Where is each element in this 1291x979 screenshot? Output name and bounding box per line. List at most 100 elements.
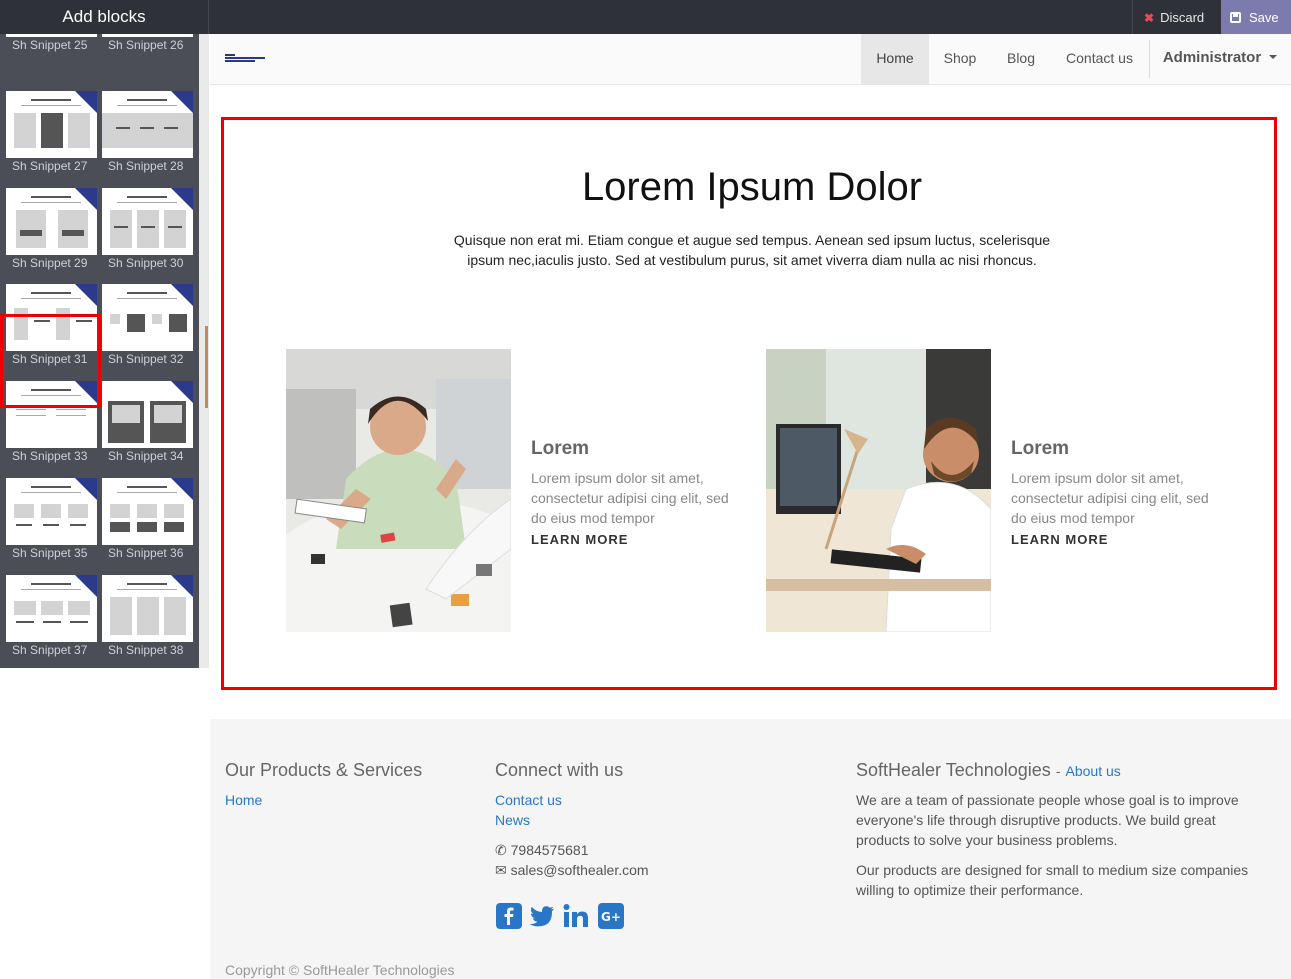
snippet-thumbnail[interactable]: Sh Snippet 29 bbox=[6, 188, 97, 271]
footer-products-title: Our Products & Services bbox=[225, 760, 423, 780]
brand-badge-icon bbox=[75, 284, 97, 306]
footer-link-news[interactable]: News bbox=[495, 812, 530, 828]
save-icon bbox=[1230, 12, 1241, 23]
caret-down-icon bbox=[1269, 55, 1278, 59]
panel-scrollbar[interactable] bbox=[199, 34, 209, 668]
snippet-label: Sh Snippet 27 bbox=[12, 159, 88, 173]
snippet-thumbnail[interactable]: Sh Snippet 37 bbox=[6, 575, 97, 658]
snippet-preview bbox=[102, 91, 193, 158]
close-icon: ✖ bbox=[1144, 11, 1155, 25]
snippet-label: Sh Snippet 36 bbox=[108, 546, 184, 560]
snippet-thumbnail[interactable]: Sh Snippet 32 bbox=[102, 284, 193, 367]
snippet-label: Sh Snippet 35 bbox=[12, 546, 88, 560]
snippet-thumbnail[interactable]: Sh Snippet 38 bbox=[102, 575, 193, 658]
snippet-label: Sh Snippet 33 bbox=[12, 449, 88, 463]
card-image-woman bbox=[286, 349, 511, 632]
nav-contact-us[interactable]: Contact us bbox=[1052, 34, 1147, 84]
scrollbar-thumb[interactable] bbox=[205, 326, 208, 408]
footer-about-text-2: Our products are designed for small to m… bbox=[856, 862, 1249, 898]
snippet-preview bbox=[102, 188, 193, 255]
phone-number: 7984575681 bbox=[510, 842, 589, 858]
brand-badge-icon bbox=[171, 188, 193, 210]
hero-text: Quisque non erat mi. Etiam congue et aug… bbox=[453, 232, 1051, 268]
snippet-thumbnail[interactable]: Sh Snippet 30 bbox=[102, 188, 193, 271]
snippet-thumbnail[interactable]: Sh Snippet 34 bbox=[102, 381, 193, 464]
snippet-preview bbox=[6, 575, 97, 642]
site-footer: Our Products & Services Home Connect wit… bbox=[210, 719, 1291, 979]
footer-link-about[interactable]: About us bbox=[1066, 763, 1121, 779]
footer-connect-title: Connect with us bbox=[495, 760, 624, 780]
snippet-preview bbox=[6, 34, 97, 37]
snippet-thumbnail[interactable]: Sh Snippet 25 bbox=[6, 34, 97, 53]
brand-badge-icon bbox=[171, 381, 193, 403]
snippet-panel[interactable]: Sh Snippet 25 Sh Snippet 26 Sh Snippet 27 S… bbox=[0, 34, 199, 668]
learn-more-link[interactable]: LEARN MORE bbox=[1011, 532, 1108, 547]
snippet-label: Sh Snippet 37 bbox=[12, 643, 88, 657]
snippet-label: Sh Snippet 38 bbox=[108, 643, 184, 657]
footer-company-title: SoftHealer Technologies - About us bbox=[856, 760, 1121, 781]
snippet-preview bbox=[102, 478, 193, 545]
phone-icon: ✆ bbox=[495, 842, 507, 858]
footer-link-contact[interactable]: Contact us bbox=[495, 792, 562, 808]
nav-home[interactable]: Home bbox=[861, 34, 929, 84]
snippet-label: Sh Snippet 34 bbox=[108, 449, 184, 463]
brand-badge-icon bbox=[171, 575, 193, 597]
snippet-thumbnail[interactable]: Sh Snippet 27 bbox=[6, 91, 97, 174]
brand-badge-icon bbox=[75, 478, 97, 500]
card-heading: Lorem bbox=[531, 438, 590, 459]
site-logo[interactable] bbox=[225, 54, 265, 62]
snippet-preview bbox=[102, 34, 193, 37]
snippet-label: Sh Snippet 28 bbox=[108, 159, 184, 173]
site-header: Home Shop Blog Contact us Administrator bbox=[210, 34, 1291, 85]
panel-title: Add blocks bbox=[0, 0, 209, 34]
snippet-label: Sh Snippet 25 bbox=[12, 38, 88, 52]
snippet-thumbnail[interactable]: Sh Snippet 35 bbox=[6, 478, 97, 561]
nav-shop[interactable]: Shop bbox=[930, 34, 990, 84]
card-text: Lorem ipsum dolor sit amet, consectetur … bbox=[531, 470, 729, 526]
brand-badge-icon bbox=[171, 478, 193, 500]
footer-email: ✉ sales@softhealer.com bbox=[495, 860, 649, 880]
snippet-thumbnail[interactable]: Sh Snippet 26 bbox=[102, 34, 193, 53]
title-separator: - bbox=[1055, 763, 1061, 779]
snippet-preview bbox=[6, 188, 97, 255]
save-label: Save bbox=[1249, 10, 1279, 25]
footer-about-text: We are a team of passionate people whose… bbox=[856, 792, 1239, 848]
nav-divider bbox=[1149, 40, 1150, 78]
snippet-preview bbox=[6, 91, 97, 158]
envelope-icon: ✉ bbox=[495, 862, 507, 878]
card-heading: Lorem bbox=[1011, 438, 1070, 459]
nav-blog[interactable]: Blog bbox=[991, 34, 1051, 84]
selected-snippet-frame bbox=[0, 314, 101, 408]
twitter-icon[interactable] bbox=[528, 902, 556, 930]
linkedin-icon[interactable] bbox=[562, 902, 590, 930]
snippet-label: Sh Snippet 30 bbox=[108, 256, 184, 270]
snippet-preview bbox=[102, 381, 193, 448]
snippet-label: Sh Snippet 32 bbox=[108, 352, 184, 366]
brand-badge-icon bbox=[171, 91, 193, 113]
snippet-label: Sh Snippet 26 bbox=[108, 38, 184, 52]
hero-title: Lorem Ipsum Dolor bbox=[581, 165, 923, 209]
email-address: sales@softhealer.com bbox=[510, 862, 649, 878]
snippet-preview bbox=[6, 478, 97, 545]
discard-button[interactable]: ✖ Discard bbox=[1132, 0, 1220, 34]
footer-link-home[interactable]: Home bbox=[225, 792, 262, 808]
snippet-preview bbox=[102, 575, 193, 642]
facebook-icon[interactable] bbox=[495, 902, 523, 930]
brand-badge-icon bbox=[75, 91, 97, 113]
google-plus-icon[interactable]: G+ bbox=[597, 902, 625, 930]
user-name: Administrator bbox=[1162, 49, 1262, 66]
snippet-label: Sh Snippet 29 bbox=[12, 256, 88, 270]
snippet-preview bbox=[102, 284, 193, 351]
snippet-thumbnail[interactable]: Sh Snippet 28 bbox=[102, 91, 193, 174]
learn-more-link[interactable]: LEARN MORE bbox=[531, 532, 628, 547]
discard-label: Discard bbox=[1160, 10, 1205, 25]
user-menu[interactable]: Administrator bbox=[1155, 34, 1285, 84]
snippet-section[interactable]: Lorem Ipsum Dolor Quisque non erat mi. E… bbox=[221, 117, 1277, 690]
snippet-thumbnail[interactable]: Sh Snippet 36 bbox=[102, 478, 193, 561]
save-button[interactable]: Save bbox=[1221, 0, 1291, 34]
editor-top-bar: Add blocks ✖ Discard Save bbox=[0, 0, 1291, 34]
card-text: Lorem ipsum dolor sit amet, consectetur … bbox=[1011, 470, 1209, 526]
copyright: Copyright © SoftHealer Technologies bbox=[225, 962, 455, 978]
company-name: SoftHealer Technologies bbox=[856, 760, 1051, 780]
brand-badge-icon bbox=[75, 188, 97, 210]
